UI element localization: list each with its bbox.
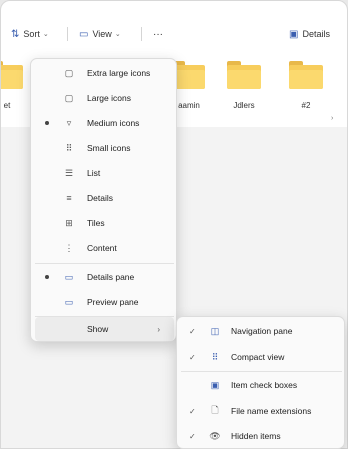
extra-large-icons-icon: ▢ bbox=[64, 67, 74, 78]
folder-icon[interactable] bbox=[1, 61, 23, 89]
submenu-item-file-name-extensions[interactable]: ✓ 🗋 File name extensions bbox=[181, 399, 342, 423]
file-name-extensions-icon: 🗋 bbox=[211, 405, 219, 415]
folder-label: Jdlers bbox=[233, 101, 255, 110]
chevron-down-icon: ⌄ bbox=[42, 31, 49, 38]
submenu-divider bbox=[181, 371, 342, 372]
content-icon: ⋮ bbox=[64, 242, 74, 253]
folder-label: #2 bbox=[301, 101, 311, 110]
submenu-item-compact-view[interactable]: ✓ ⠿ Compact view bbox=[181, 345, 342, 369]
navigation-pane-icon: ◫ bbox=[210, 325, 220, 336]
selected-dot-icon bbox=[45, 121, 49, 125]
item-check-boxes-icon: ▣ bbox=[210, 379, 220, 390]
checkmark-icon: ✓ bbox=[189, 352, 196, 362]
list-icon: ☰ bbox=[64, 167, 74, 178]
details-icon: ≡ bbox=[66, 193, 72, 203]
details-label: Details bbox=[302, 29, 330, 39]
menu-item-preview-pane[interactable]: ▭ Preview pane bbox=[35, 290, 174, 314]
medium-icons-icon: ▿ bbox=[66, 117, 72, 128]
details-button[interactable]: ▣ Details bbox=[289, 24, 330, 44]
folder-icon[interactable] bbox=[227, 61, 261, 89]
sort-label: Sort bbox=[23, 29, 40, 39]
chevron-right-icon: › bbox=[157, 324, 160, 334]
menu-item-medium-icons[interactable]: ▿ Medium icons bbox=[35, 111, 174, 135]
view-label: View bbox=[92, 29, 112, 39]
submenu-item-item-check-boxes[interactable]: ▣ Item check boxes bbox=[181, 373, 342, 397]
scroll-right-icon[interactable]: › bbox=[331, 115, 333, 122]
preview-pane-icon: ▭ bbox=[64, 296, 74, 307]
hidden-items-icon: 👁 bbox=[209, 430, 221, 441]
menu-item-small-icons[interactable]: ⠿ Small icons bbox=[35, 136, 174, 160]
toolbar-divider bbox=[141, 27, 142, 41]
compact-view-icon: ⠿ bbox=[211, 351, 219, 362]
more-label: ··· bbox=[153, 28, 163, 40]
toolbar-divider bbox=[67, 27, 68, 41]
view-menu: ▢ Extra large icons ▢ Large icons ▿ Medi… bbox=[30, 58, 177, 342]
small-icons-icon: ⠿ bbox=[65, 142, 73, 153]
more-options-button[interactable]: ··· bbox=[153, 24, 163, 44]
selected-dot-icon bbox=[45, 275, 49, 279]
menu-item-details[interactable]: ≡ Details bbox=[35, 186, 174, 210]
menu-item-tiles[interactable]: ⊞ Tiles bbox=[35, 211, 174, 235]
tiles-icon: ⊞ bbox=[65, 217, 73, 228]
menu-divider bbox=[35, 263, 174, 264]
chevron-down-icon: ⌄ bbox=[114, 31, 121, 38]
large-icons-icon: ▢ bbox=[64, 92, 74, 103]
command-bar: ⇅ Sort ⌄ ▭ View ⌄ ··· ▣ Details bbox=[1, 19, 347, 49]
sort-icon: ⇅ bbox=[11, 28, 20, 40]
menu-item-show[interactable]: Show › bbox=[35, 317, 174, 341]
view-button[interactable]: ▭ View ⌄ bbox=[79, 24, 121, 44]
sort-button[interactable]: ⇅ Sort ⌄ bbox=[11, 24, 49, 44]
menu-item-details-pane[interactable]: ▭ Details pane bbox=[35, 265, 174, 289]
menu-item-large-icons[interactable]: ▢ Large icons bbox=[35, 86, 174, 110]
details-pane-icon: ▭ bbox=[64, 271, 74, 282]
checkmark-icon: ✓ bbox=[189, 406, 196, 416]
checkmark-icon: ✓ bbox=[189, 326, 196, 336]
submenu-item-hidden-items[interactable]: ✓ 👁 Hidden items bbox=[181, 424, 342, 448]
folder-icon[interactable] bbox=[289, 61, 323, 89]
submenu-item-navigation-pane[interactable]: ✓ ◫ Navigation pane bbox=[181, 319, 342, 343]
menu-item-list[interactable]: ☰ List bbox=[35, 161, 174, 185]
show-submenu: ✓ ◫ Navigation pane ✓ ⠿ Compact view ▣ I… bbox=[176, 316, 345, 449]
menu-item-content[interactable]: ⋮ Content bbox=[35, 236, 174, 260]
checkmark-icon: ✓ bbox=[189, 431, 196, 441]
menu-item-extra-large-icons[interactable]: ▢ Extra large icons bbox=[35, 61, 174, 85]
view-icon: ▭ bbox=[79, 28, 89, 40]
details-pane-icon: ▣ bbox=[289, 28, 299, 40]
